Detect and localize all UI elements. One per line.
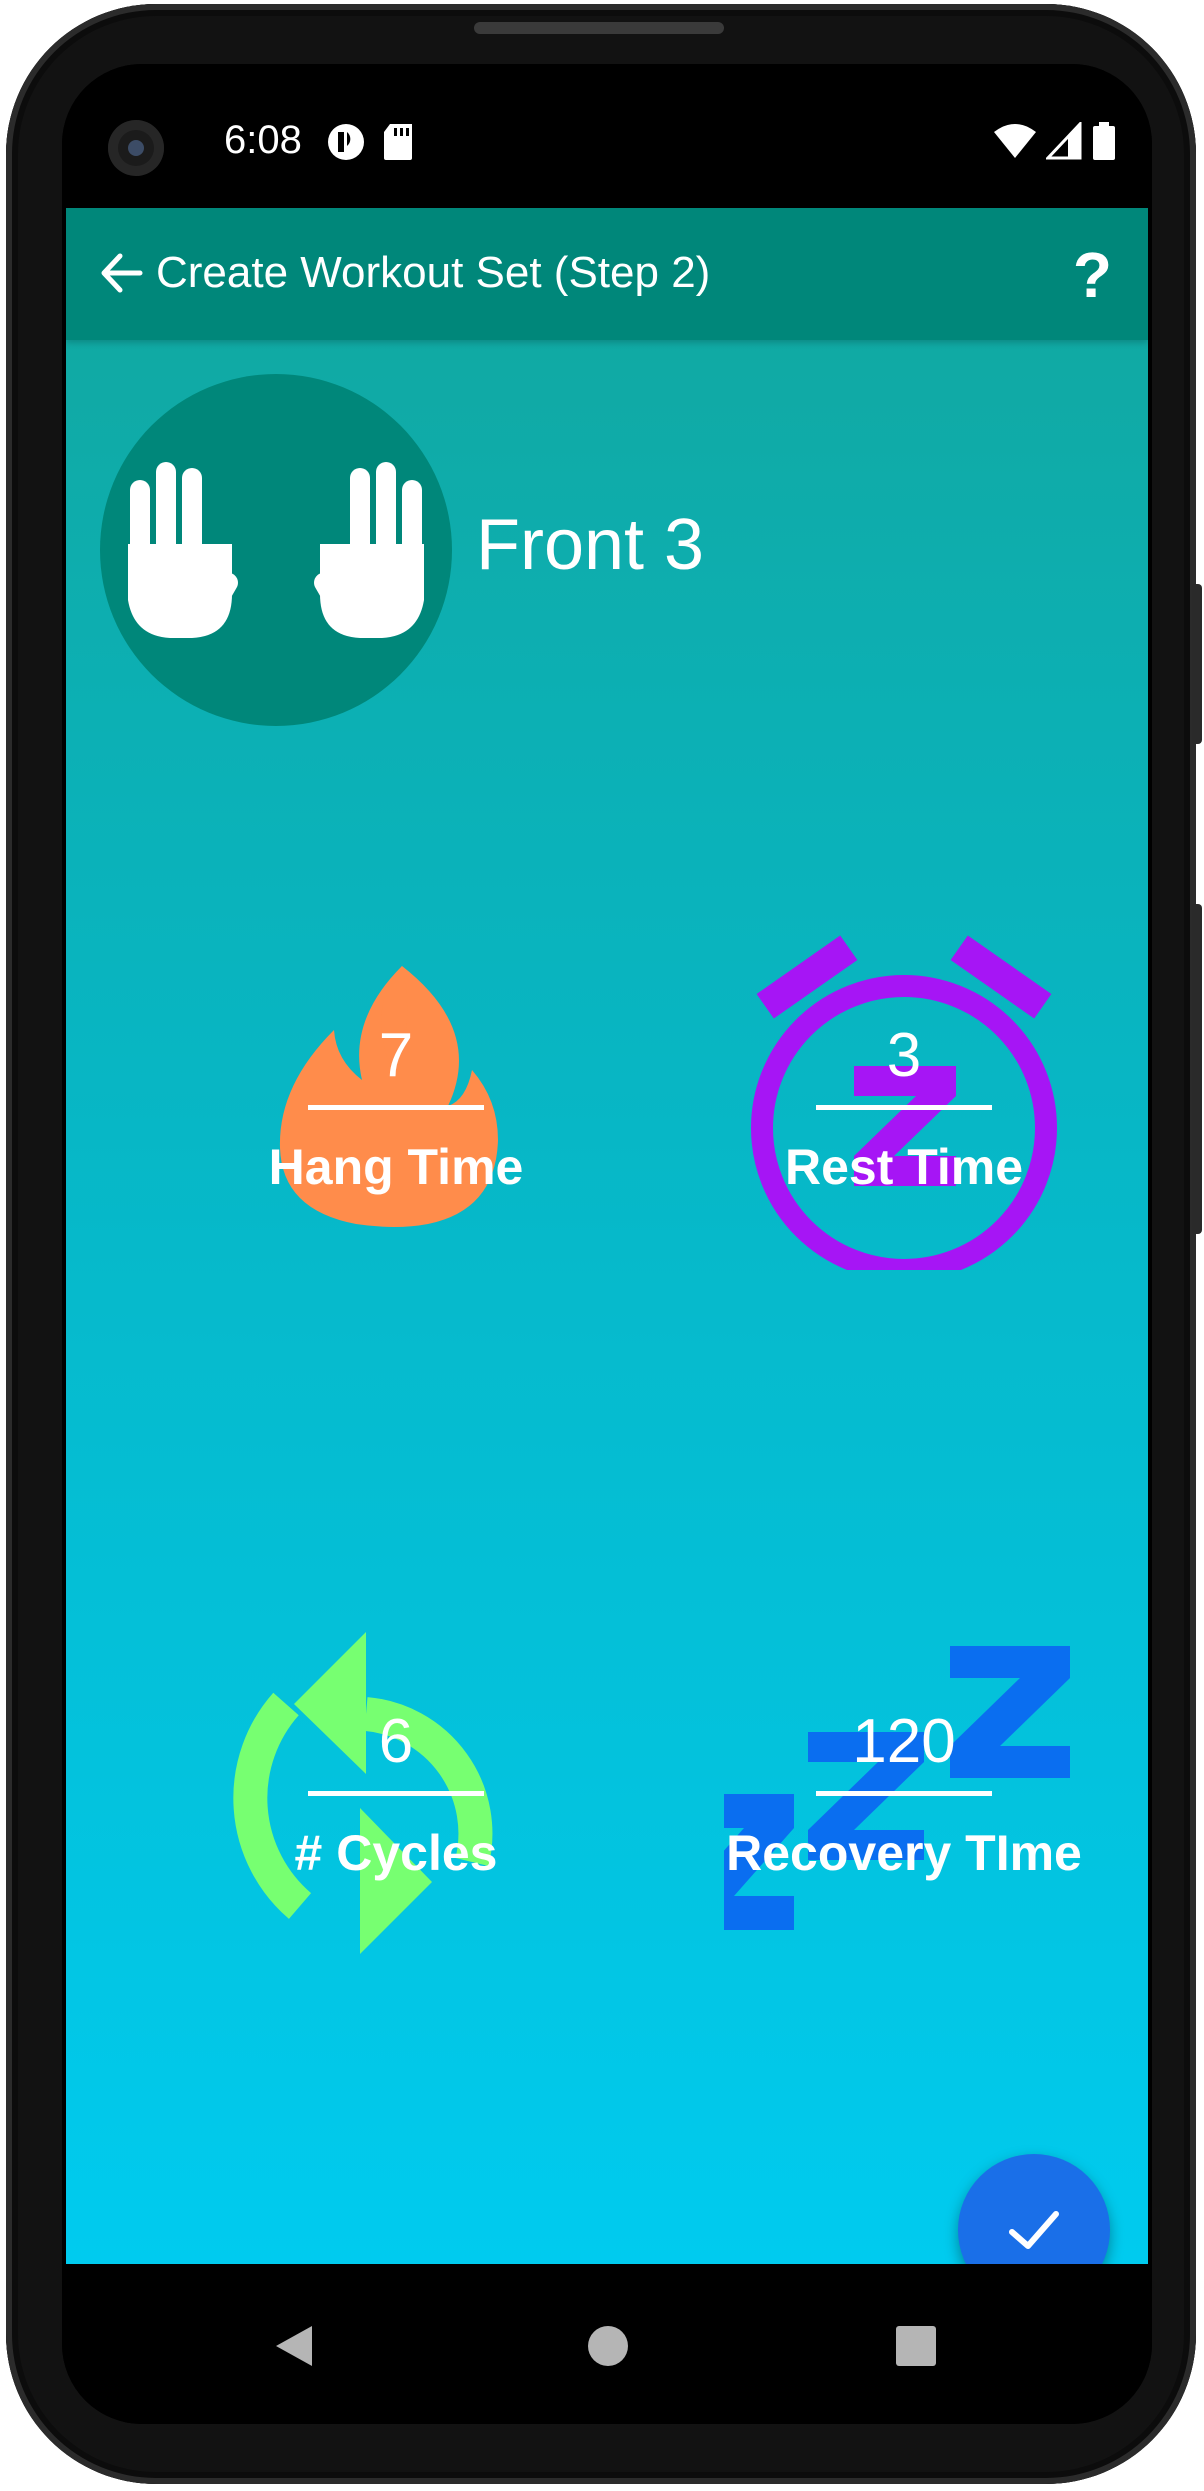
- confirm-fab-button[interactable]: [958, 2154, 1110, 2264]
- app-content: Create Workout Set (Step 2) ? Front 3 7 …: [66, 208, 1148, 2264]
- hold-avatar[interactable]: [100, 374, 452, 726]
- battery-icon: [1093, 122, 1115, 160]
- status-time: 6:08: [224, 118, 302, 162]
- cycles-underline: [308, 1791, 484, 1796]
- recents-square-icon[interactable]: [894, 2324, 938, 2368]
- phone-frame: 6:08 Create Workout Set (Step 2) ? Front…: [6, 4, 1202, 2484]
- check-icon: [1009, 2211, 1059, 2249]
- front-camera: [108, 120, 164, 176]
- rest-time-underline: [816, 1105, 992, 1110]
- recovery-time-value[interactable]: 120: [814, 1706, 994, 1777]
- cell-signal-icon: [1046, 122, 1082, 160]
- recovery-time-underline: [816, 1791, 992, 1796]
- navigation-bar: [62, 2264, 1152, 2424]
- status-bar: 6:08: [62, 64, 1152, 208]
- cycles-field[interactable]: 6 # Cycles: [216, 1596, 576, 1956]
- power-button: [1192, 904, 1202, 1234]
- hang-time-field[interactable]: 7 Hang Time: [216, 910, 576, 1270]
- sd-card-icon: [384, 124, 412, 160]
- home-circle-icon[interactable]: [586, 2324, 630, 2368]
- hang-time-underline: [308, 1105, 484, 1110]
- help-button[interactable]: ?: [1073, 238, 1112, 312]
- earpiece-speaker: [474, 22, 724, 34]
- back-triangle-icon[interactable]: [272, 2324, 316, 2368]
- back-arrow-icon[interactable]: [96, 248, 146, 298]
- cycles-value[interactable]: 6: [306, 1706, 486, 1777]
- screen: 6:08 Create Workout Set (Step 2) ? Front…: [62, 64, 1152, 2424]
- recovery-time-field[interactable]: 120 Recovery TIme: [724, 1596, 1084, 1956]
- volume-button: [1192, 584, 1202, 744]
- wifi-icon: [994, 124, 1036, 158]
- hold-name: Front 3: [476, 505, 705, 585]
- rest-time-label: Rest Time: [784, 1139, 1024, 1195]
- rest-time-field[interactable]: 3 Rest Time: [724, 910, 1084, 1270]
- hang-time-value[interactable]: 7: [306, 1020, 486, 1091]
- cycles-label: # Cycles: [294, 1825, 498, 1881]
- recovery-time-label: Recovery TIme: [726, 1825, 1082, 1881]
- rest-time-value[interactable]: 3: [814, 1020, 994, 1091]
- hang-time-label: Hang Time: [268, 1139, 524, 1195]
- toolbar-title: Create Workout Set (Step 2): [156, 248, 711, 297]
- toolbar: Create Workout Set (Step 2) ?: [66, 208, 1148, 340]
- hands-icon: [128, 462, 424, 638]
- app-notification-icon: [328, 124, 364, 160]
